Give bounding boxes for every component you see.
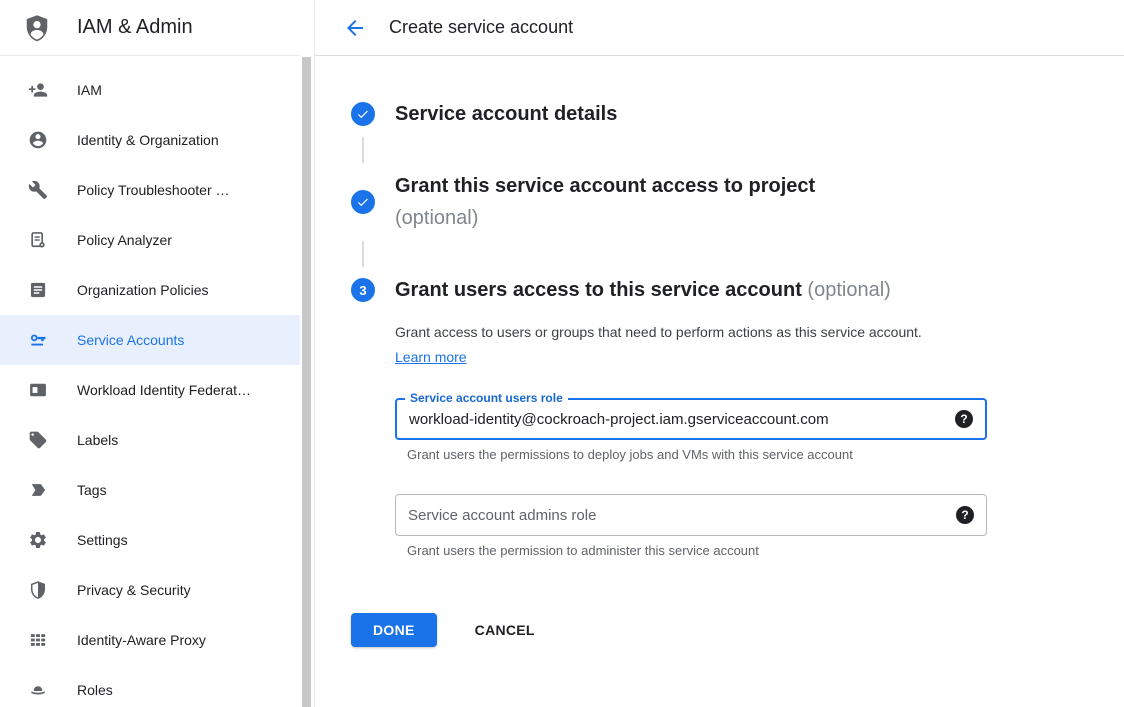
step3-number-badge: 3 (351, 278, 375, 302)
sidebar-item-label: Policy Troubleshooter … (77, 182, 230, 198)
tag-icon (28, 430, 48, 450)
sidebar-header: IAM & Admin (0, 0, 300, 56)
step1-title: Service account details (395, 98, 617, 130)
step3-optional-label: (optional) (807, 279, 890, 301)
main-panel: Create service account Service account d… (314, 0, 1124, 707)
sidebar-item-workload-identity-federation[interactable]: Workload Identity Federat… (0, 365, 300, 415)
iam-shield-icon (22, 12, 52, 44)
sidebar-item-service-accounts[interactable]: Service Accounts (0, 315, 300, 365)
gear-icon (28, 530, 48, 550)
step2-title: Grant this service account access to pro… (395, 170, 815, 234)
sidebar-item-label: Workload Identity Federat… (77, 382, 251, 398)
step2-check-icon (351, 190, 375, 214)
step-connector (362, 241, 364, 267)
cancel-button[interactable]: CANCEL (469, 621, 541, 639)
proxy-grid-icon (28, 630, 48, 650)
users-role-helper-text: Grant users the permissions to deploy jo… (407, 447, 1124, 462)
sidebar-item-label: Roles (77, 682, 113, 698)
sidebar-item-label: Identity-Aware Proxy (77, 632, 206, 648)
service-account-key-icon (28, 330, 48, 350)
account-circle-icon (28, 130, 48, 150)
learn-more-link[interactable]: Learn more (395, 349, 467, 365)
sidebar-item-policy-troubleshooter[interactable]: Policy Troubleshooter … (0, 165, 300, 215)
sidebar-item-label: Organization Policies (77, 282, 209, 298)
half-shield-icon (28, 580, 48, 600)
sidebar-item-settings[interactable]: Settings (0, 515, 300, 565)
wrench-icon (28, 180, 48, 200)
sidebar-item-labels[interactable]: Labels (0, 415, 300, 465)
help-icon[interactable]: ? (955, 410, 973, 428)
step3-body: Grant access to users or groups that nee… (395, 320, 1124, 558)
admins-role-helper-text: Grant users the permission to administer… (407, 543, 1124, 558)
scrollbar-thumb[interactable] (302, 57, 311, 707)
sidebar: IAM & Admin IAM Identity & Organization … (0, 0, 300, 707)
step-1-row: Service account details (351, 98, 1124, 130)
arrow-back-icon (343, 16, 367, 40)
service-account-users-role-field: Service account users role ? (395, 398, 987, 440)
users-role-field-label: Service account users role (405, 391, 568, 405)
sidebar-title: IAM & Admin (77, 16, 193, 39)
step-connector (362, 137, 364, 163)
label-arrow-icon (28, 480, 48, 500)
help-icon[interactable]: ? (956, 506, 974, 524)
sidebar-item-policy-analyzer[interactable]: Policy Analyzer (0, 215, 300, 265)
back-button[interactable] (343, 16, 367, 40)
sidebar-item-label: Privacy & Security (77, 582, 191, 598)
document-gear-icon (28, 230, 48, 250)
sidebar-item-iam[interactable]: IAM (0, 65, 300, 115)
topbar: Create service account (315, 0, 1124, 56)
sidebar-item-label: Identity & Organization (77, 132, 219, 148)
sidebar-scrollbar[interactable] (300, 0, 314, 707)
sidebar-item-label: IAM (77, 82, 102, 98)
step3-title: Grant users access to this service accou… (395, 274, 891, 306)
hat-icon (28, 680, 48, 700)
step1-check-icon (351, 102, 375, 126)
card-icon (28, 380, 48, 400)
sidebar-nav: IAM Identity & Organization Policy Troub… (0, 56, 300, 707)
step2-optional-label: (optional) (395, 202, 815, 234)
sidebar-item-label: Labels (77, 432, 118, 448)
sidebar-item-label: Settings (77, 532, 128, 548)
sidebar-item-tags[interactable]: Tags (0, 465, 300, 515)
step-3-row: 3 Grant users access to this service acc… (351, 274, 1124, 306)
step3-description: Grant access to users or groups that nee… (395, 320, 951, 370)
done-button[interactable]: DONE (351, 613, 437, 647)
article-icon (28, 280, 48, 300)
app-root: IAM & Admin IAM Identity & Organization … (0, 0, 1124, 707)
sidebar-item-label: Policy Analyzer (77, 232, 172, 248)
create-service-account-form: Service account details Grant this servi… (315, 56, 1124, 647)
sidebar-item-privacy-security[interactable]: Privacy & Security (0, 565, 300, 615)
sidebar-item-label: Service Accounts (77, 332, 184, 348)
page-title: Create service account (389, 17, 573, 38)
person-add-icon (28, 80, 48, 100)
service-account-admins-role-input[interactable] (396, 507, 956, 524)
sidebar-item-organization-policies[interactable]: Organization Policies (0, 265, 300, 315)
service-account-admins-role-field: ? (395, 494, 987, 536)
sidebar-item-roles[interactable]: Roles (0, 665, 300, 707)
service-account-users-role-input[interactable] (397, 411, 955, 428)
form-actions: DONE CANCEL (351, 613, 1124, 647)
sidebar-item-identity-organization[interactable]: Identity & Organization (0, 115, 300, 165)
sidebar-item-label: Tags (77, 482, 107, 498)
step-2-row: Grant this service account access to pro… (351, 170, 1124, 234)
sidebar-item-identity-aware-proxy[interactable]: Identity-Aware Proxy (0, 615, 300, 665)
